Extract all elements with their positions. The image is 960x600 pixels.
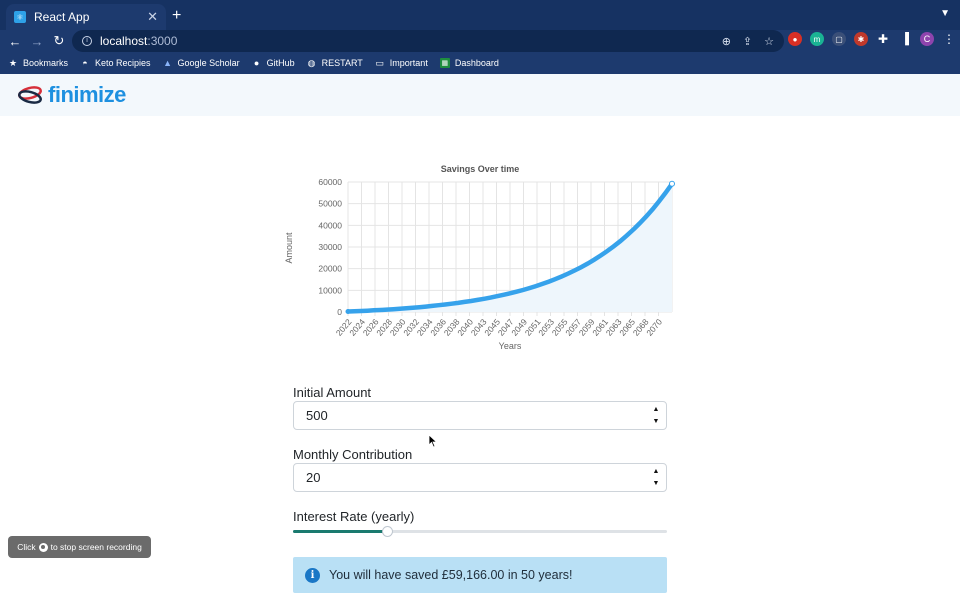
new-tab-button[interactable]: +	[172, 7, 181, 25]
globe-icon: ◍	[307, 57, 316, 68]
monthly-contribution-value: 20	[306, 470, 321, 485]
bookmark-bookmarks[interactable]: ★ Bookmarks	[8, 57, 69, 69]
monthly-contribution-stepper[interactable]: ▲ ▼	[650, 467, 662, 489]
initial-amount-stepper[interactable]: ▲ ▼	[650, 405, 662, 427]
savings-result-message: You will have saved £59,166.00 in 50 yea…	[329, 568, 573, 582]
back-arrow-icon[interactable]: ←	[4, 34, 26, 49]
bookmark-label: RESTART	[321, 58, 363, 68]
slider-fill	[293, 530, 387, 533]
browser-chrome: ⚛ React App ✕ + ▼ ← → ↻ i localhost:3000…	[0, 0, 960, 74]
url-host: localhost	[100, 34, 148, 48]
share-icon[interactable]: ⇪	[743, 35, 752, 48]
bookmark-github[interactable]: ● GitHub	[252, 58, 295, 68]
series-endpoint	[669, 180, 675, 187]
folder-icon: ▭	[375, 57, 385, 68]
bookmark-label: GitHub	[266, 58, 295, 68]
address-bar[interactable]: i localhost:3000 ⊕ ⇪ ☆	[72, 30, 784, 52]
initial-amount-value: 500	[306, 408, 328, 423]
interest-rate-label: Interest Rate (yearly)	[293, 509, 415, 524]
initial-amount-input[interactable]: 500 ▲ ▼	[293, 401, 667, 430]
more-menu-icon[interactable]: ⋮	[942, 32, 956, 46]
y-axis-ticks: 0 10000 20000 30000 40000 50000 60000	[318, 177, 342, 317]
x-tick-label: 2070	[644, 317, 664, 338]
extensions-area: ● m ▢ ✱ ✚ ▐ C ⋮	[788, 32, 956, 46]
stop-record-icon[interactable]	[38, 542, 48, 552]
increment-arrow-icon[interactable]: ▲	[653, 467, 660, 477]
series-startpoint	[345, 309, 351, 315]
logo-text: finimize	[48, 82, 126, 107]
increment-arrow-icon[interactable]: ▲	[653, 405, 660, 415]
finimize-logo-icon	[18, 86, 42, 104]
bookmark-label: Bookmarks	[23, 58, 69, 68]
toast-suffix: to stop screen recording	[50, 542, 142, 552]
bookmark-star-icon[interactable]: ☆	[764, 35, 774, 48]
y-tick-label: 30000	[318, 242, 342, 252]
decrement-arrow-icon[interactable]: ▼	[653, 479, 660, 489]
browser-tab[interactable]: ⚛ React App ✕	[6, 4, 166, 30]
decrement-arrow-icon[interactable]: ▼	[653, 417, 660, 427]
monthly-contribution-label: Monthly Contribution	[293, 447, 413, 462]
bookmark-label: Keto Recipies	[95, 58, 151, 68]
savings-chart: Savings Over time 0 10000 20000 30000 40000 5…	[280, 158, 680, 358]
tab-title: React App	[34, 10, 90, 24]
reload-icon[interactable]: ↻	[48, 33, 70, 49]
zoom-icon[interactable]: ⊕	[722, 35, 731, 48]
y-tick-label: 60000	[318, 177, 342, 187]
tab-search-chevron-icon[interactable]: ▼	[940, 8, 950, 19]
y-tick-label: 10000	[318, 285, 342, 295]
screen-recording-toast[interactable]: Click to stop screen recording	[8, 536, 151, 558]
y-tick-label: 20000	[318, 264, 342, 274]
slider-thumb[interactable]	[381, 526, 393, 537]
chart-title: Savings Over time	[441, 164, 520, 174]
mouse-cursor-icon	[428, 434, 438, 448]
bookmark-keto-recipies[interactable]: ◓ Keto Recipies	[80, 58, 151, 68]
bookmark-google-scholar[interactable]: ▲ Google Scholar	[163, 58, 240, 68]
bookmark-label: Dashboard	[454, 58, 499, 68]
profile-avatar[interactable]: C	[920, 32, 934, 46]
monthly-contribution-input[interactable]: 20 ▲ ▼	[293, 463, 667, 492]
interest-rate-slider[interactable]	[293, 526, 667, 537]
bookmark-label: Important	[389, 58, 428, 68]
toast-prefix: Click	[17, 542, 36, 552]
bookmark-important[interactable]: ▭ Important	[375, 57, 428, 69]
y-tick-label: 50000	[318, 199, 342, 209]
y-tick-label: 40000	[318, 220, 342, 230]
side-panel-icon[interactable]: ▐	[898, 32, 912, 46]
site-info-icon[interactable]: i	[82, 36, 92, 46]
star-icon: ★	[8, 57, 18, 68]
url-port: :3000	[147, 34, 178, 48]
sheets-icon: ▦	[439, 58, 450, 68]
tab-bar: ⚛ React App ✕ + ▼	[0, 0, 960, 30]
extension-bug-icon[interactable]: ✱	[854, 32, 868, 46]
info-icon: i	[305, 567, 320, 583]
bookmark-label: Google Scholar	[177, 58, 240, 68]
react-favicon-icon: ⚛	[14, 11, 26, 23]
bookmarks-bar: ★ Bookmarks ◓ Keto Recipies ▲ Google Sch…	[0, 52, 960, 74]
y-axis-label: Amount	[284, 232, 294, 264]
scholar-icon: ▲	[163, 58, 172, 68]
browser-toolbar: ← → ↻ i localhost:3000 ⊕ ⇪ ☆ ● m ▢ ✱ ✚ ▐…	[0, 30, 960, 52]
extension-square-icon[interactable]: ▢	[832, 32, 846, 46]
savings-result-alert: i You will have saved £59,166.00 in 50 y…	[293, 557, 667, 593]
y-tick-label: 0	[337, 307, 342, 317]
finimize-logo[interactable]: finimize	[16, 82, 126, 108]
extension-m-icon[interactable]: m	[810, 32, 824, 46]
chart-svg: Savings Over time 0 10000 20000 30000 40000 5…	[284, 164, 675, 351]
bookmark-restart[interactable]: ◍ RESTART	[307, 57, 363, 69]
bookmark-dashboard[interactable]: ▦ Dashboard	[439, 58, 499, 68]
x-axis-label: Years	[499, 341, 522, 351]
github-icon: ●	[253, 58, 260, 68]
x-axis-ticks: 2022202420262028203020322034203620382040…	[334, 317, 664, 338]
extension-red-icon[interactable]: ●	[788, 32, 802, 46]
bowl-icon: ◓	[82, 58, 88, 68]
tab-close-icon[interactable]: ✕	[147, 9, 158, 25]
puzzle-icon[interactable]: ✚	[876, 32, 890, 46]
initial-amount-label: Initial Amount	[293, 385, 372, 400]
forward-arrow-icon[interactable]: →	[26, 34, 48, 49]
app-header	[0, 74, 960, 116]
